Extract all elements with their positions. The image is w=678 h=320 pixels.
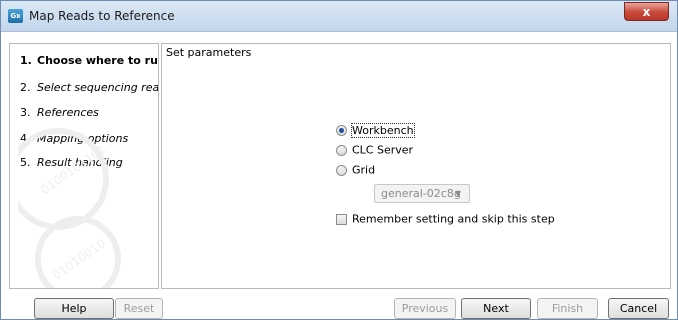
checkbox-label: Remember setting and skip this step [352,212,555,226]
radio-label: Workbench [351,122,415,138]
help-button[interactable]: Help [34,298,114,319]
parameters-panel: Set parameters Workbench CLC Server Grid… [161,43,671,289]
svg-text:0100101101: 0100101101 [38,142,109,197]
dialog-window: Gx Map Reads to Reference x 1. Choose whe… [0,0,678,320]
step-number: 3. [20,106,31,119]
step-label: References [37,106,99,119]
svg-text:01010010: 01010010 [50,236,108,283]
step-number: 2. [20,81,31,94]
window-title: Map Reads to Reference [29,9,175,23]
radio-label: CLC Server [352,143,414,157]
reset-button[interactable]: Reset [115,298,163,319]
app-icon: Gx [8,9,23,23]
radio-workbench[interactable]: Workbench [336,122,415,138]
chevron-down-icon: ▼ [454,189,461,198]
radio-button[interactable] [336,144,347,156]
panel-title: Set parameters [166,46,252,59]
step-choose-where-to-run: 1. Choose where to run [20,54,159,67]
cancel-button[interactable]: Cancel [608,298,669,319]
next-button[interactable]: Next [461,298,531,319]
title-bar[interactable]: Gx Map Reads to Reference x [1,1,677,32]
step-select-sequencing-reads: 2. Select sequencing reads [20,81,159,94]
radio-button[interactable] [336,164,347,176]
step-label: Choose where to run [37,54,159,67]
radio-button[interactable] [336,124,347,136]
step-number: 1. [20,54,32,67]
clc-watermark-icon: 0100101101 01010010 [18,128,121,288]
close-button[interactable]: x [624,2,669,21]
grid-preset-select[interactable]: general-02c8g ▼ [374,184,470,203]
finish-button[interactable]: Finish [537,298,598,319]
wizard-steps-panel: 1. Choose where to run 2. Select sequencin… [9,43,159,289]
remember-setting-checkbox[interactable]: Remember setting and skip this step [336,212,555,226]
radio-clc-server[interactable]: CLC Server [336,143,413,157]
radio-grid[interactable]: Grid [336,163,375,177]
select-value: general-02c8g [381,187,461,200]
step-label: Select sequencing reads [37,81,159,94]
checkbox-box[interactable] [336,213,347,225]
radio-label: Grid [352,163,376,177]
previous-button[interactable]: Previous [394,298,456,319]
step-references: 3. References [20,106,99,119]
